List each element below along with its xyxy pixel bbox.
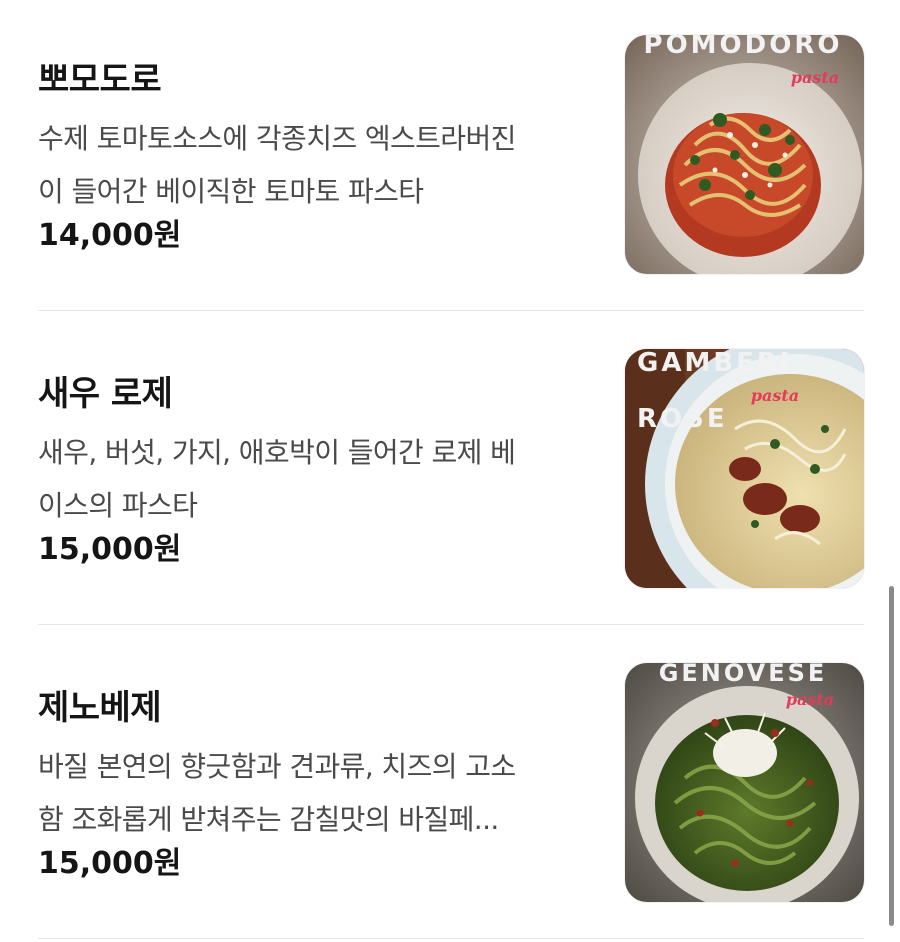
scrollbar[interactable] — [886, 0, 900, 942]
photo-title: GAMBERI — [637, 349, 793, 378]
menu-item-price: 15,000원 — [38, 846, 182, 881]
menu-item-gamberi-rose[interactable]: 새우 로제 새우, 버섯, 가지, 애호박이 들어간 로제 베 이스의 파스타 … — [38, 314, 864, 628]
description-line: 수제 토마토소스에 각종치즈 엑스트라버진 — [38, 122, 516, 155]
photo-script: pasta — [751, 386, 799, 405]
menu-item-price: 15,000원 — [38, 532, 182, 567]
divider — [38, 938, 864, 939]
menu-item-name: 새우 로제 — [38, 374, 173, 414]
description-line: 바질 본연의 향긋함과 견과류, 치즈의 고소 — [38, 750, 516, 783]
menu-item-description: 수제 토마토소스에 각종치즈 엑스트라버진 이 들어간 베이직한 토마토 파스타 — [38, 112, 598, 218]
menu-item-photo[interactable]: POMODORO pasta — [625, 35, 864, 274]
menu-list-page: 뽀모도로 수제 토마토소스에 각종치즈 엑스트라버진 이 들어간 베이직한 토마… — [0, 0, 900, 942]
photo-title: GENOVESE — [659, 663, 828, 687]
menu-item-photo[interactable]: GENOVESE pasta — [625, 663, 864, 902]
menu-item-description: 바질 본연의 향긋함과 견과류, 치즈의 고소 함 조화롭게 받쳐주는 감칠맛의… — [38, 740, 598, 846]
description-line: 새우, 버섯, 가지, 애호박이 들어간 로제 베 — [38, 436, 516, 469]
menu-item-pomodoro[interactable]: 뽀모도로 수제 토마토소스에 각종치즈 엑스트라버진 이 들어간 베이직한 토마… — [38, 0, 864, 314]
menu-item-name: 제노베제 — [38, 688, 162, 728]
photo-title: ROSE — [637, 404, 728, 434]
divider — [38, 310, 864, 311]
photo-script: pasta — [786, 690, 834, 709]
photo-script: pasta — [791, 68, 839, 87]
menu-item-description: 새우, 버섯, 가지, 애호박이 들어간 로제 베 이스의 파스타 — [38, 426, 598, 532]
divider — [38, 624, 864, 625]
menu-item-price: 14,000원 — [38, 218, 182, 253]
scrollbar-thumb[interactable] — [889, 586, 894, 926]
menu-item-name: 뽀모도로 — [38, 60, 162, 100]
photo-title: POMODORO — [644, 35, 843, 60]
menu-item-genovese[interactable]: 제노베제 바질 본연의 향긋함과 견과류, 치즈의 고소 함 조화롭게 받쳐주는… — [38, 628, 864, 942]
menu-item-photo[interactable]: GAMBERI ROSE pasta — [625, 349, 864, 588]
